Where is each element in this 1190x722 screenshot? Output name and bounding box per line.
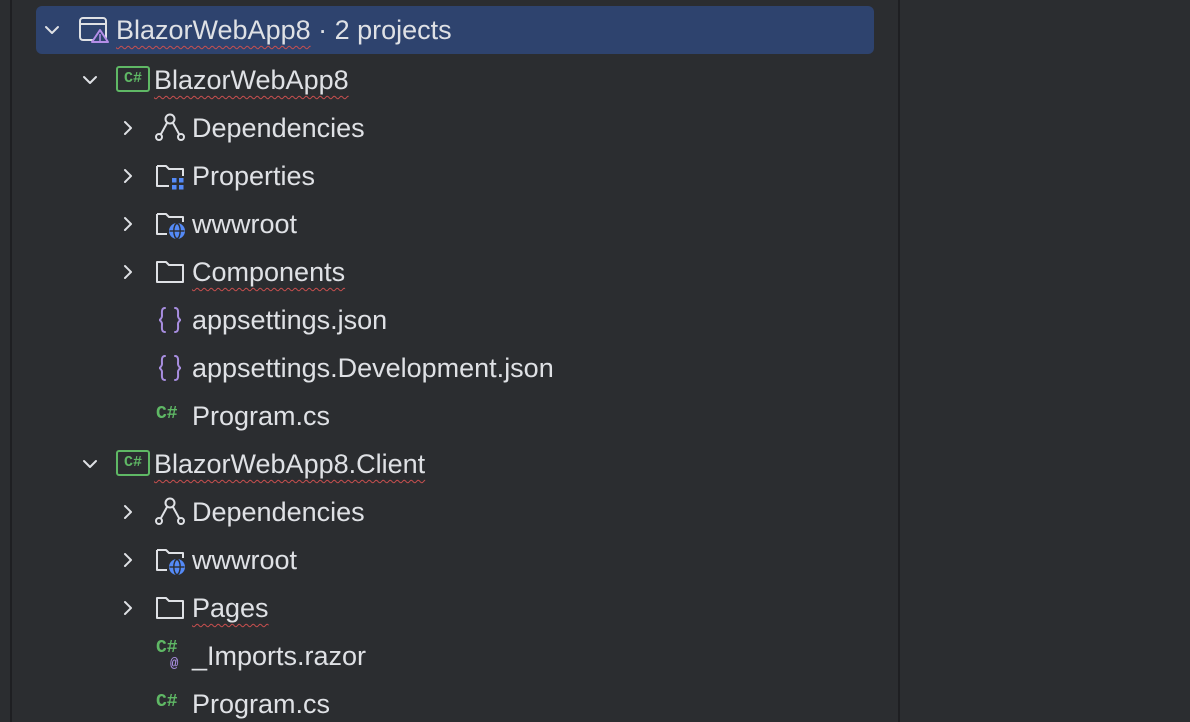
item-label: wwwroot: [192, 209, 298, 239]
tree-row-components[interactable]: Components: [0, 248, 898, 296]
tree-row-project[interactable]: C# BlazorWebApp8.Client: [0, 440, 898, 488]
tree-row-file[interactable]: C# Program.cs: [0, 680, 898, 722]
tree-row-dependencies[interactable]: Dependencies: [0, 104, 898, 152]
item-label: Properties: [192, 161, 316, 191]
item-label: wwwroot: [192, 545, 298, 575]
chevron-down-icon[interactable]: [42, 20, 62, 40]
csharp-file-icon: C#: [156, 404, 178, 424]
chevron-right-icon[interactable]: [118, 214, 138, 234]
tree-row-file[interactable]: C# @ _Imports.razor: [0, 632, 898, 680]
folder-icon: [156, 597, 184, 619]
chevron-right-icon[interactable]: [118, 118, 138, 138]
item-label: appsettings.Development.json: [192, 353, 554, 383]
project-name: BlazorWebApp8.Client: [154, 449, 426, 479]
json-file-icon: [158, 355, 182, 381]
solution-name: BlazorWebApp8: [116, 15, 311, 45]
tree-row-file[interactable]: appsettings.Development.json: [0, 344, 898, 392]
chevron-down-icon[interactable]: [80, 454, 100, 474]
dependencies-icon: [155, 113, 185, 141]
item-label: Dependencies: [192, 497, 365, 527]
chevron-down-icon[interactable]: [80, 70, 100, 90]
tree-row-file[interactable]: C# Program.cs: [0, 392, 898, 440]
tree-row-wwwroot[interactable]: wwwroot: [0, 200, 898, 248]
chevron-right-icon[interactable]: [118, 502, 138, 522]
item-label: Dependencies: [192, 113, 365, 143]
razor-at-icon: @: [170, 656, 179, 672]
item-label: _Imports.razor: [192, 641, 367, 671]
chevron-right-icon[interactable]: [118, 598, 138, 618]
tree-row-file[interactable]: appsettings.json: [0, 296, 898, 344]
project-tree: BlazorWebApp8 · 2 projects C# BlazorWebA…: [0, 0, 898, 722]
solution-label: BlazorWebApp8 · 2 projects: [116, 14, 452, 46]
panel-splitter[interactable]: [898, 0, 900, 722]
item-label: appsettings.json: [192, 305, 388, 335]
csharp-file-icon: C#: [156, 692, 178, 712]
item-label: Pages: [192, 593, 269, 623]
solution-project-count: · 2 projects: [310, 15, 452, 45]
csharp-project-icon: C#: [116, 66, 150, 92]
tree-row-project[interactable]: C# BlazorWebApp8: [0, 56, 898, 104]
chevron-right-icon[interactable]: [118, 262, 138, 282]
properties-folder-icon: [156, 165, 184, 190]
tree-row-solution[interactable]: BlazorWebApp8 · 2 projects: [0, 0, 898, 54]
project-name: BlazorWebApp8: [154, 65, 349, 95]
csharp-project-icon: C#: [116, 450, 150, 476]
item-label: Components: [192, 257, 346, 287]
tree-row-properties[interactable]: Properties: [0, 152, 898, 200]
tree-row-pages[interactable]: Pages: [0, 584, 898, 632]
chevron-right-icon[interactable]: [118, 550, 138, 570]
tree-row-dependencies[interactable]: Dependencies: [0, 488, 898, 536]
json-file-icon: [158, 307, 182, 333]
folder-icon: [156, 261, 184, 283]
item-label: Program.cs: [192, 689, 331, 719]
tree-row-wwwroot[interactable]: wwwroot: [0, 536, 898, 584]
web-folder-icon: [156, 549, 185, 576]
solution-explorer-window: BlazorWebApp8 · 2 projects C# BlazorWebA…: [0, 0, 1190, 722]
dependencies-icon: [155, 497, 185, 525]
item-label: Program.cs: [192, 401, 331, 431]
solution-icon: [79, 17, 109, 43]
chevron-right-icon[interactable]: [118, 166, 138, 186]
web-folder-icon: [156, 213, 185, 240]
